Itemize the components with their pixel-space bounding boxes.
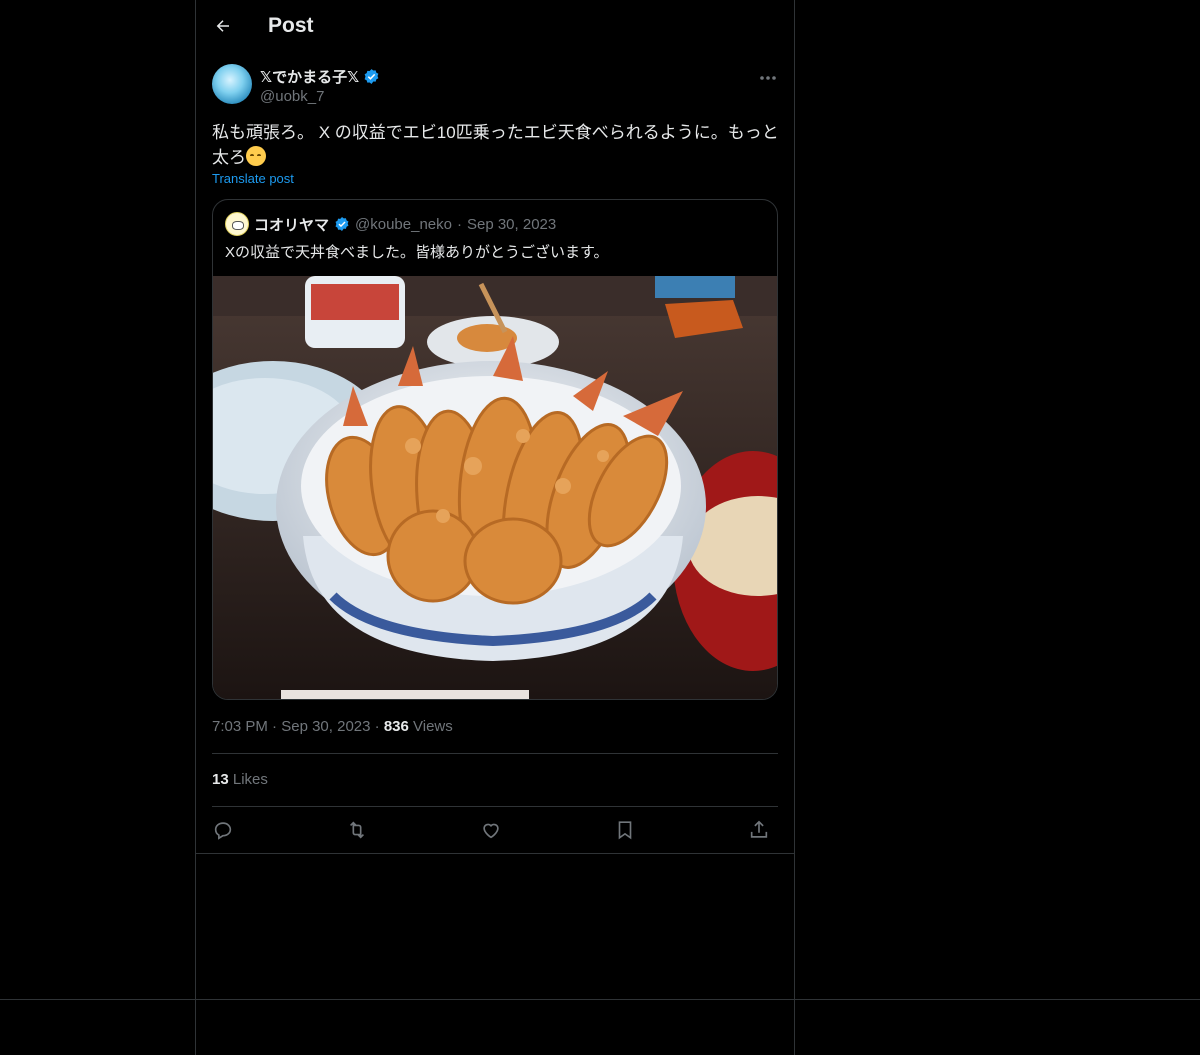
column-border-right [794, 0, 795, 1055]
author-handle[interactable]: @uobk_7 [260, 88, 324, 105]
share-button[interactable] [746, 817, 772, 843]
post-text-line1: 私も頑張ろ。 X の収益でエビ10匹乗ったエビ天食べられるように。もっと [212, 123, 779, 142]
post-header: Post [196, 0, 794, 54]
post-end-divider [196, 853, 794, 854]
back-button[interactable] [208, 11, 238, 41]
post-date[interactable]: Sep 30, 2023 [281, 718, 370, 735]
more-options-button[interactable] [756, 68, 780, 88]
tendon-photo [213, 276, 777, 699]
author-display-name[interactable]: 𝕏でかまる子𝕏 [260, 66, 359, 87]
post-text-line2: 太ろ [212, 148, 246, 167]
quoted-display-name: コオリヤマ [254, 216, 330, 234]
column-border-left [195, 0, 196, 1055]
relieved-face-emoji-icon [246, 146, 266, 166]
post-time[interactable]: 7:03 PM [212, 718, 268, 735]
post-author: 𝕏でかまる子𝕏 @uobk_7 [196, 54, 794, 110]
quoted-date: Sep 30, 2023 [466, 215, 557, 233]
verified-badge-icon [335, 217, 349, 231]
quoted-post[interactable]: コオリヤマ @koube_neko · Sep 30, 2023 Xの収益で天丼… [212, 199, 778, 700]
meta-separator: · [374, 718, 380, 735]
post-text: 私も頑張ろ。 X の収益でエビ10匹乗ったエビ天食べられるように。もっと 太ろ [212, 120, 782, 170]
like-icon [483, 823, 499, 839]
reply-icon [214, 822, 232, 840]
arrow-left-icon [216, 20, 229, 32]
repost-button[interactable] [344, 817, 370, 843]
repost-icon [349, 821, 365, 839]
views-label: Views [413, 718, 453, 735]
quoted-post-image[interactable] [213, 276, 777, 699]
views-count: 836 [383, 718, 409, 735]
likes-stat[interactable]: 13 Likes [212, 771, 268, 788]
bookmark-icon [618, 821, 632, 840]
divider [212, 806, 778, 807]
bookmark-button[interactable] [612, 817, 638, 843]
divider [212, 753, 778, 754]
translate-post-link[interactable]: Translate post [212, 171, 294, 186]
page-title: Post [268, 14, 314, 37]
verified-badge-icon [364, 69, 379, 84]
quoted-handle: @koube_neko [355, 215, 452, 233]
avatar[interactable] [212, 64, 252, 104]
more-horizontal-icon [760, 76, 776, 80]
likes-count: 13 [212, 771, 229, 788]
quoted-avatar [225, 212, 249, 236]
quoted-text: Xの収益で天丼食べました。皆様ありがとうございます。 [225, 244, 609, 261]
page: Post 𝕏でかまる子𝕏 @uobk_7 私も頑張ろ。 X の収益でエビ10匹乗… [0, 0, 1200, 1055]
reply-button[interactable] [210, 817, 236, 843]
quoted-separator: · [456, 215, 462, 233]
action-bar [212, 815, 778, 845]
quoted-post-header: コオリヤマ @koube_neko · Sep 30, 2023 [225, 212, 556, 236]
share-icon [750, 820, 768, 838]
author-name-row: 𝕏でかまる子𝕏 [260, 66, 380, 87]
post-column: Post 𝕏でかまる子𝕏 @uobk_7 私も頑張ろ。 X の収益でエビ10匹乗… [196, 0, 794, 854]
likes-label: Likes [232, 771, 268, 788]
like-button[interactable] [478, 817, 504, 843]
post-meta: 7:03 PM · Sep 30, 2023 · 836 Views [212, 718, 453, 735]
meta-separator: · [272, 718, 278, 735]
bottom-divider [0, 999, 1200, 1000]
